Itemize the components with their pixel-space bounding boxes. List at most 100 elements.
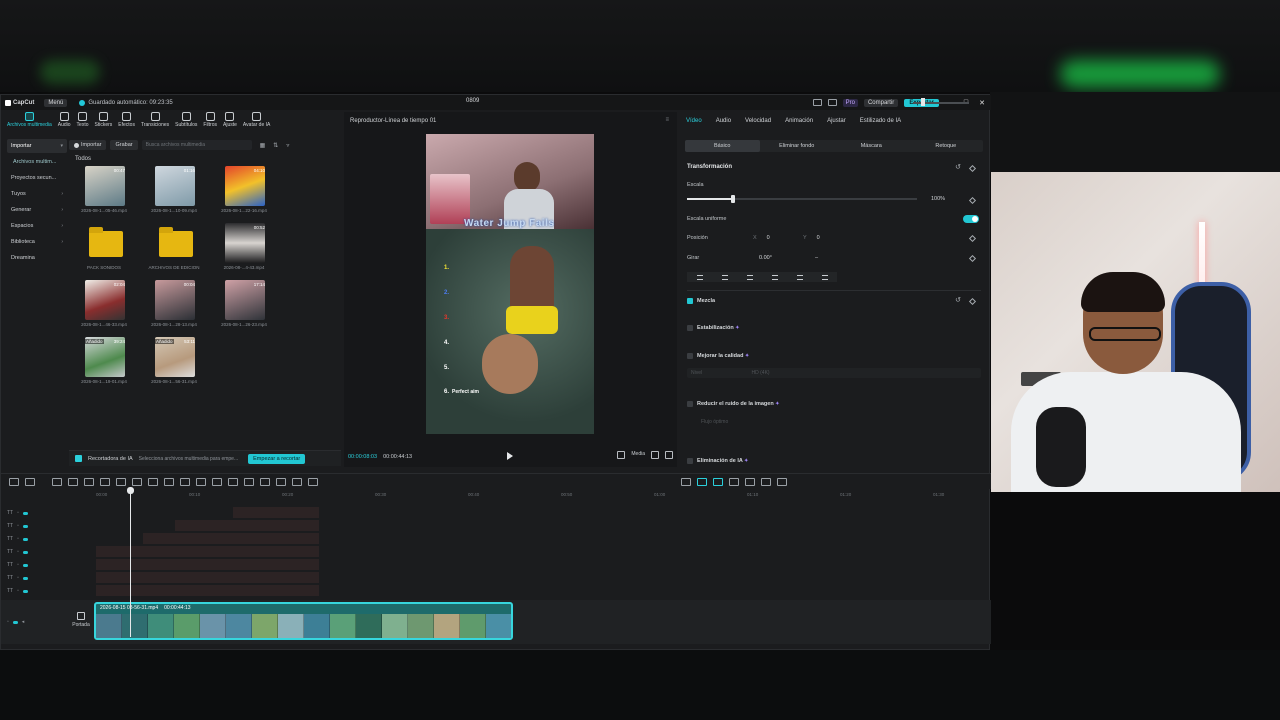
track-header[interactable]: TT ▫	[7, 546, 41, 558]
media-tile[interactable]: 00:47 2026-08-1...05-46.mp4	[73, 166, 135, 218]
align-center-icon[interactable]	[721, 274, 728, 280]
rotate-flip-field[interactable]: –	[815, 253, 851, 263]
tool-subtitles[interactable]: Subtítulos	[172, 112, 200, 128]
blend-checkbox[interactable]	[687, 298, 693, 304]
filter-icon[interactable]: ▿	[286, 142, 289, 149]
media-tile[interactable]: 17:14 2026-08-1...26-23.mp4	[213, 280, 275, 332]
undo-icon[interactable]	[52, 477, 62, 486]
zoom-fit-timeline-icon[interactable]	[777, 477, 787, 486]
sidebar-item-generate[interactable]: Generar ›	[7, 203, 67, 217]
keyframe-icon[interactable]	[968, 234, 977, 243]
eye-icon[interactable]	[22, 576, 28, 580]
keyframe-icon[interactable]	[968, 297, 977, 306]
tab-ai-styling[interactable]: Estilizado de IA	[860, 118, 901, 124]
start-cutting-button[interactable]: Empezar a recortar	[248, 453, 306, 464]
ai-effects-icon[interactable]	[276, 477, 286, 486]
enhance-quality-checkbox[interactable]	[687, 353, 693, 359]
track-header[interactable]: TT ▫	[7, 533, 41, 545]
add-track-icon[interactable]	[9, 477, 19, 486]
redo-icon[interactable]	[68, 477, 78, 486]
track-header[interactable]: TT ▫	[7, 507, 41, 519]
tab-video[interactable]: Vídeo	[686, 118, 702, 124]
eye-icon[interactable]	[22, 550, 28, 554]
split-icon[interactable]	[84, 477, 94, 486]
scale-slider-handle[interactable]	[731, 195, 735, 203]
speed-icon[interactable]	[180, 477, 190, 486]
subtab-mask[interactable]: Máscara	[834, 140, 909, 152]
lock-icon[interactable]: ▫	[17, 536, 19, 542]
scale-value[interactable]: 100%	[931, 196, 945, 202]
tool-media[interactable]: Archivos multimedia	[4, 112, 55, 128]
crop-icon[interactable]	[617, 451, 626, 459]
sort-icon[interactable]: ⇅	[273, 142, 278, 149]
lock-icon[interactable]: ▫	[17, 575, 19, 581]
zoom-out-icon[interactable]	[761, 477, 771, 486]
track-header[interactable]: TT ▫	[7, 559, 41, 571]
link-icon[interactable]	[697, 477, 707, 486]
tab-speed[interactable]: Velocidad	[745, 118, 771, 124]
media-tile[interactable]: Añadido 39:24 2026-08-1...19-01.mp4	[73, 337, 135, 389]
audio-mute-icon[interactable]: ◂	[22, 619, 25, 625]
eye-icon[interactable]	[22, 537, 28, 541]
rotate-field[interactable]: 0.00°	[759, 253, 795, 263]
eye-icon[interactable]	[22, 589, 28, 593]
play-icon[interactable]	[507, 452, 513, 460]
stabilize-checkbox[interactable]	[687, 325, 693, 331]
shortcuts-icon[interactable]	[827, 99, 837, 106]
keyframe-icon[interactable]	[968, 196, 977, 205]
subtab-retouch[interactable]: Retoque	[909, 140, 984, 152]
position-y-field[interactable]: Y0	[803, 233, 839, 243]
timeline-ruler[interactable]: 00:00 00:10 00:20 00:30 00:40 00:50 01:0…	[96, 491, 991, 501]
sidebar-item-import[interactable]: Importar ▾	[7, 139, 67, 153]
lock-icon[interactable]: ▫	[17, 549, 19, 555]
denoise-checkbox[interactable]	[687, 401, 693, 407]
keyframe-icon[interactable]	[968, 254, 977, 263]
align-right-icon[interactable]	[746, 274, 753, 280]
video-clip[interactable]: 2026-08-15 03-56-31.mp4 00:00:44:13	[94, 602, 513, 640]
tool-effects[interactable]: Efectos	[115, 112, 138, 128]
lock-icon[interactable]: ▫	[7, 619, 9, 625]
main-track-header[interactable]: ▫ ◂	[7, 616, 41, 628]
tool-transitions[interactable]: Transiciones	[138, 112, 172, 128]
reset-icon[interactable]: ↺	[955, 296, 961, 304]
eye-icon[interactable]	[22, 511, 28, 515]
eye-icon[interactable]	[22, 524, 28, 528]
import-button[interactable]: Importar	[69, 140, 107, 150]
freeze-icon[interactable]	[196, 477, 206, 486]
sidebar-item-media-files[interactable]: Archivos multim...	[7, 155, 67, 169]
tool-filters[interactable]: Filtros	[200, 112, 220, 128]
position-x-field[interactable]: X0	[753, 233, 789, 243]
sidebar-item-dreamina[interactable]: Dreamina	[7, 251, 67, 265]
menu-button[interactable]: Menú	[44, 98, 68, 107]
rotate-icon[interactable]	[244, 477, 254, 486]
align-left-icon[interactable]	[696, 274, 703, 280]
text-clip[interactable]	[175, 520, 319, 531]
align-top-icon[interactable]	[771, 274, 778, 280]
lock-icon[interactable]: ▫	[17, 523, 19, 529]
media-tile[interactable]: 04:10 2026-08-1...22-16.mp4	[213, 166, 275, 218]
reset-icon[interactable]: ↺	[955, 163, 961, 171]
search-input[interactable]: Busca archivos multimedia	[141, 140, 252, 150]
marker-icon[interactable]	[148, 477, 158, 486]
more-menu-icon[interactable]: ≡	[665, 117, 669, 123]
tab-animation[interactable]: Animación	[785, 118, 813, 124]
lock-icon[interactable]: ▫	[17, 510, 19, 516]
folder-tile[interactable]: PACK SONIDOS	[73, 223, 135, 275]
select-tool-icon[interactable]	[25, 477, 35, 486]
timeline-playhead[interactable]	[127, 487, 134, 637]
media-tile[interactable]: 01:16 2026-08-1...10-09.mp4	[143, 166, 205, 218]
media-tile[interactable]: 00:52 2026-08-...4-43.mp4	[213, 223, 275, 275]
fullscreen-icon[interactable]	[665, 451, 673, 459]
track-header[interactable]: TT ▫	[7, 520, 41, 532]
sidebar-item-yours[interactable]: Tuyos ›	[7, 187, 67, 201]
timeline-zoom-handle[interactable]	[921, 98, 925, 106]
media-tile[interactable]: 00:04 2026-08-1...28-13.mp4	[143, 280, 205, 332]
mirror-icon[interactable]	[228, 477, 238, 486]
lock-icon[interactable]: ▫	[17, 562, 19, 568]
text-clip[interactable]	[233, 507, 319, 518]
tool-ai-avatar[interactable]: Avatar de IA	[240, 112, 273, 128]
tool-text[interactable]: Texto	[74, 112, 92, 128]
tab-audio[interactable]: Audio	[716, 118, 731, 124]
split-right-icon[interactable]	[116, 477, 126, 486]
subtab-remove-background[interactable]: Eliminar fondo	[760, 140, 835, 152]
